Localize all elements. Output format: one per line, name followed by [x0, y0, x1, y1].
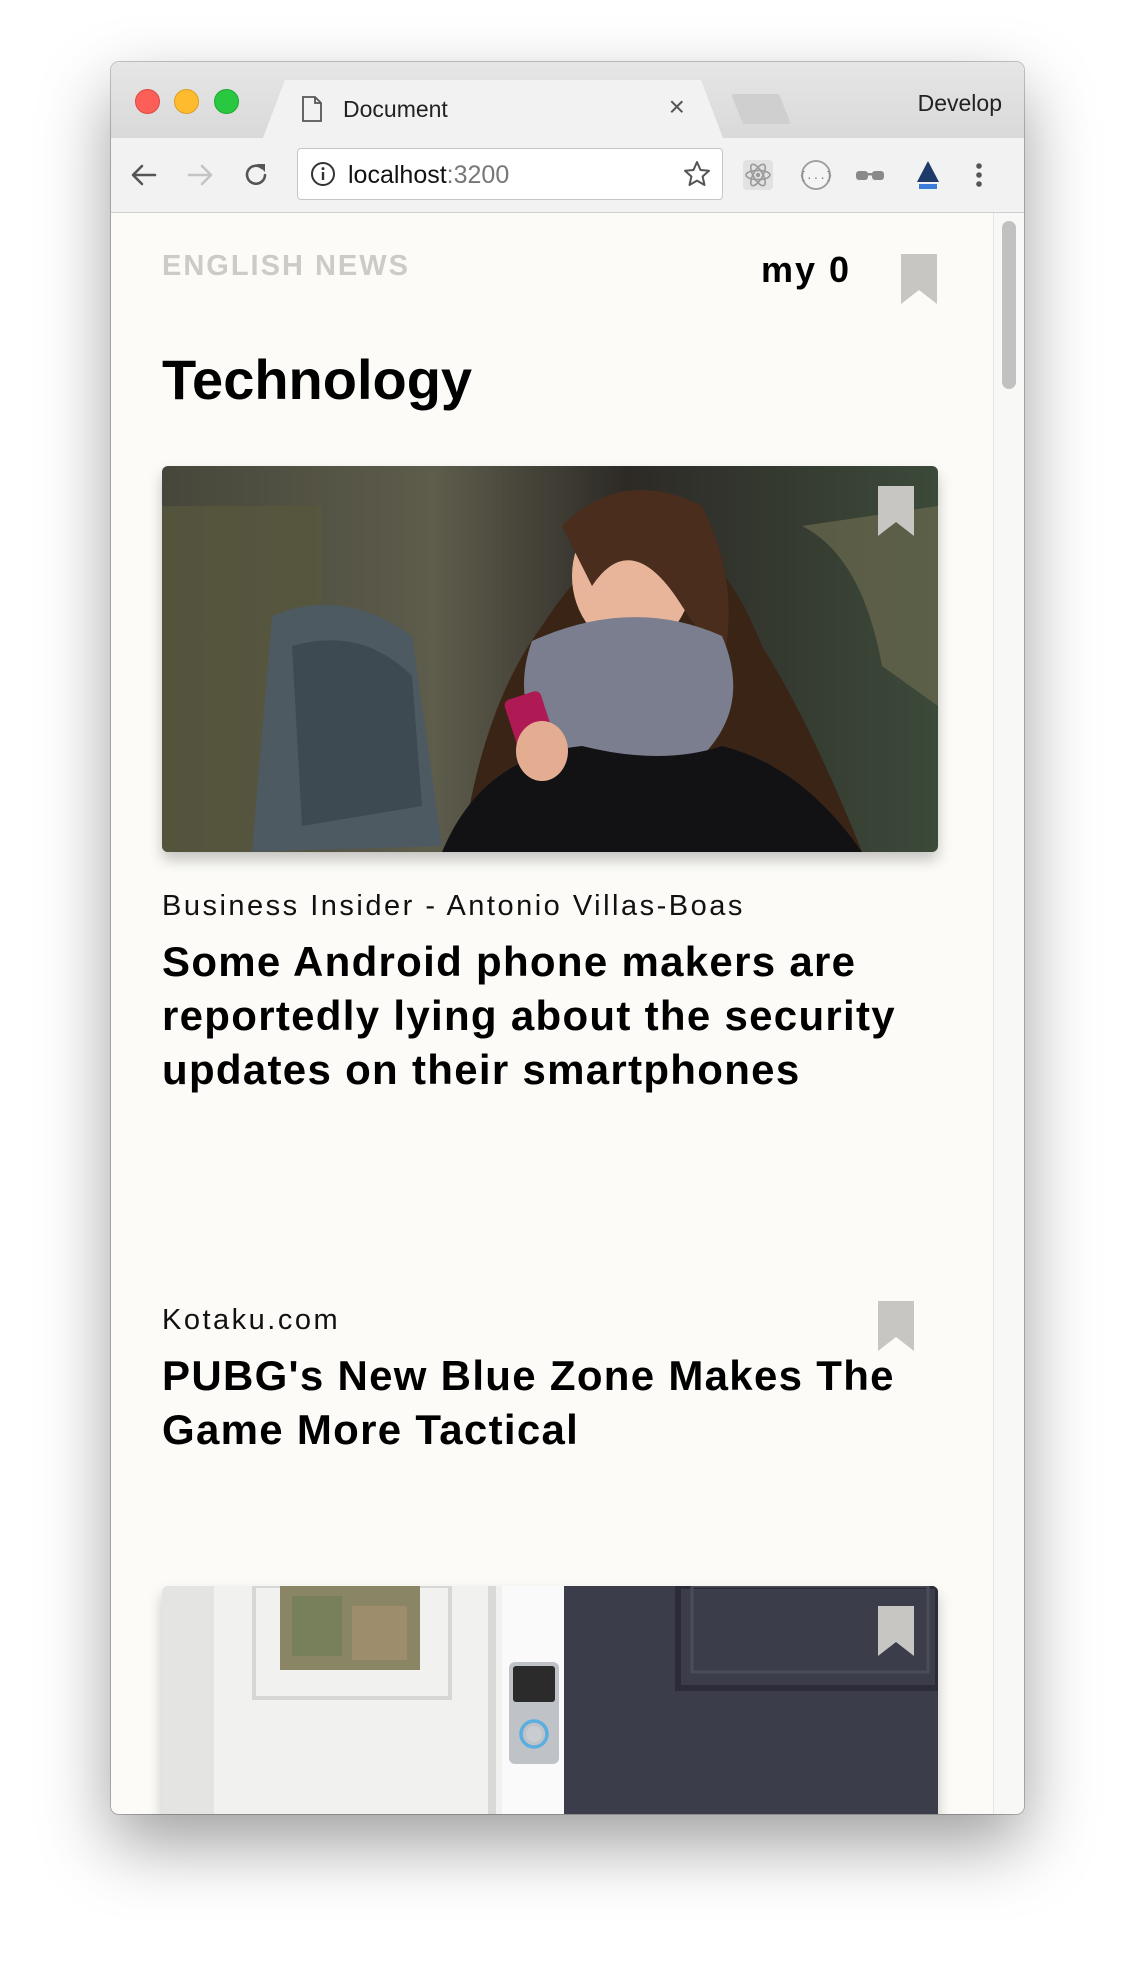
bookmark-icon[interactable] — [899, 254, 939, 304]
zoom-window-button[interactable] — [214, 89, 239, 114]
article-image[interactable] — [162, 1586, 938, 1814]
menu-dots-icon[interactable] — [969, 158, 989, 192]
url-port: :3200 — [446, 161, 510, 189]
article-source: Kotaku.com — [162, 1304, 341, 1336]
tab-strip: Document × Develop — [111, 62, 1024, 138]
scrollbar-track[interactable] — [993, 213, 1024, 1814]
back-arrow-icon[interactable] — [127, 158, 161, 192]
tab-title: Document — [343, 96, 448, 122]
scrollbar-thumb[interactable] — [1002, 221, 1016, 389]
page-viewport[interactable]: ENGLISH NEWS my 0 Technology Business In… — [111, 213, 1024, 1814]
document-icon — [302, 96, 322, 122]
bookmark-icon[interactable] — [876, 486, 916, 536]
article-headline[interactable]: Some Android phone makers are reportedly… — [162, 935, 922, 1097]
forward-arrow-icon[interactable] — [183, 158, 217, 192]
reload-icon[interactable] — [239, 158, 273, 192]
close-window-button[interactable] — [135, 89, 160, 114]
profile-label[interactable]: Develop — [918, 90, 1002, 117]
minimize-window-button[interactable] — [174, 89, 199, 114]
browser-window: Document × Develop localhost:3200 {...} … — [111, 62, 1024, 1814]
bookmark-icon[interactable] — [876, 1606, 916, 1656]
article-headline[interactable]: PUBG's New Blue Zone Makes The Game More… — [162, 1349, 922, 1457]
browser-toolbar: localhost:3200 {...} — [111, 138, 1024, 213]
svg-text:{...}: {...} — [799, 169, 832, 182]
page-title: Technology — [162, 348, 473, 411]
json-viewer-icon[interactable]: {...} — [799, 158, 833, 192]
url-text[interactable]: localhost:3200 — [348, 161, 509, 190]
article-source: Business Insider - Antonio Villas-Boas — [162, 890, 745, 922]
woman-with-phone-photo — [162, 466, 938, 852]
info-icon[interactable] — [310, 161, 336, 187]
tab-document[interactable]: Document × — [263, 80, 723, 138]
new-tab-button[interactable] — [731, 94, 791, 124]
star-icon[interactable] — [682, 159, 712, 189]
address-bar[interactable]: localhost:3200 — [297, 148, 723, 200]
react-icon[interactable] — [741, 158, 775, 192]
doorbell-photo — [162, 1586, 938, 1814]
article-image[interactable] — [162, 466, 938, 852]
my-bookmarks-count[interactable]: my 0 — [761, 249, 851, 291]
tab-close-icon[interactable]: × — [669, 92, 685, 122]
url-host: localhost — [348, 161, 447, 189]
glasses-icon[interactable] — [853, 158, 887, 192]
bookmark-icon[interactable] — [876, 1301, 916, 1351]
axe-icon[interactable] — [911, 158, 945, 192]
site-name[interactable]: ENGLISH NEWS — [162, 250, 410, 283]
